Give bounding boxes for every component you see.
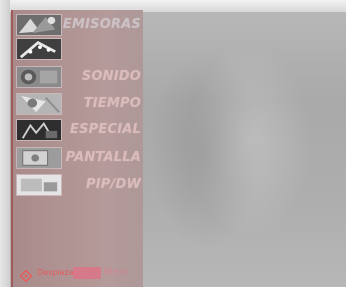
clock-icon	[16, 93, 62, 115]
menu-item-emisoras[interactable]: EMISORAS	[16, 14, 142, 36]
menu-item-sonido[interactable]: SONIDO	[16, 66, 142, 88]
move-hint-label: Desplazar	[37, 268, 77, 277]
menu-item-label: PIP/DW	[86, 177, 141, 192]
speaker-icon	[16, 66, 62, 88]
navigate-arrows-icon	[19, 267, 33, 283]
ok-button-icon	[73, 267, 101, 279]
osd-menu-panel: EMISORAS SONIDO TIEMPO ESPECIAL PANTALLA…	[11, 10, 143, 287]
menu-item-label: TIEMPO	[83, 96, 141, 111]
menu-item-label: SONIDO	[81, 69, 141, 84]
menu-footer: Desplazar Mem	[19, 266, 140, 283]
menu-item-antenna[interactable]	[16, 38, 142, 60]
satellite-icon	[16, 14, 62, 36]
antenna-icon	[16, 38, 62, 60]
menu-item-pantalla[interactable]: PANTALLA	[16, 147, 142, 169]
menu-item-label: PANTALLA	[65, 150, 141, 165]
menu-item-pip-dw[interactable]: PIP/DW	[16, 174, 142, 196]
screen-frame-left	[0, 0, 10, 287]
menu-item-label: EMISORAS	[62, 17, 141, 32]
special-icon	[16, 119, 62, 141]
screen-icon	[16, 147, 62, 169]
ok-hint-label: Mem	[104, 267, 129, 278]
menu-item-tiempo[interactable]: TIEMPO	[16, 93, 142, 115]
menu-item-label: ESPECIAL	[70, 122, 141, 137]
pip-icon	[16, 174, 62, 196]
menu-item-especial[interactable]: ESPECIAL	[16, 119, 142, 141]
